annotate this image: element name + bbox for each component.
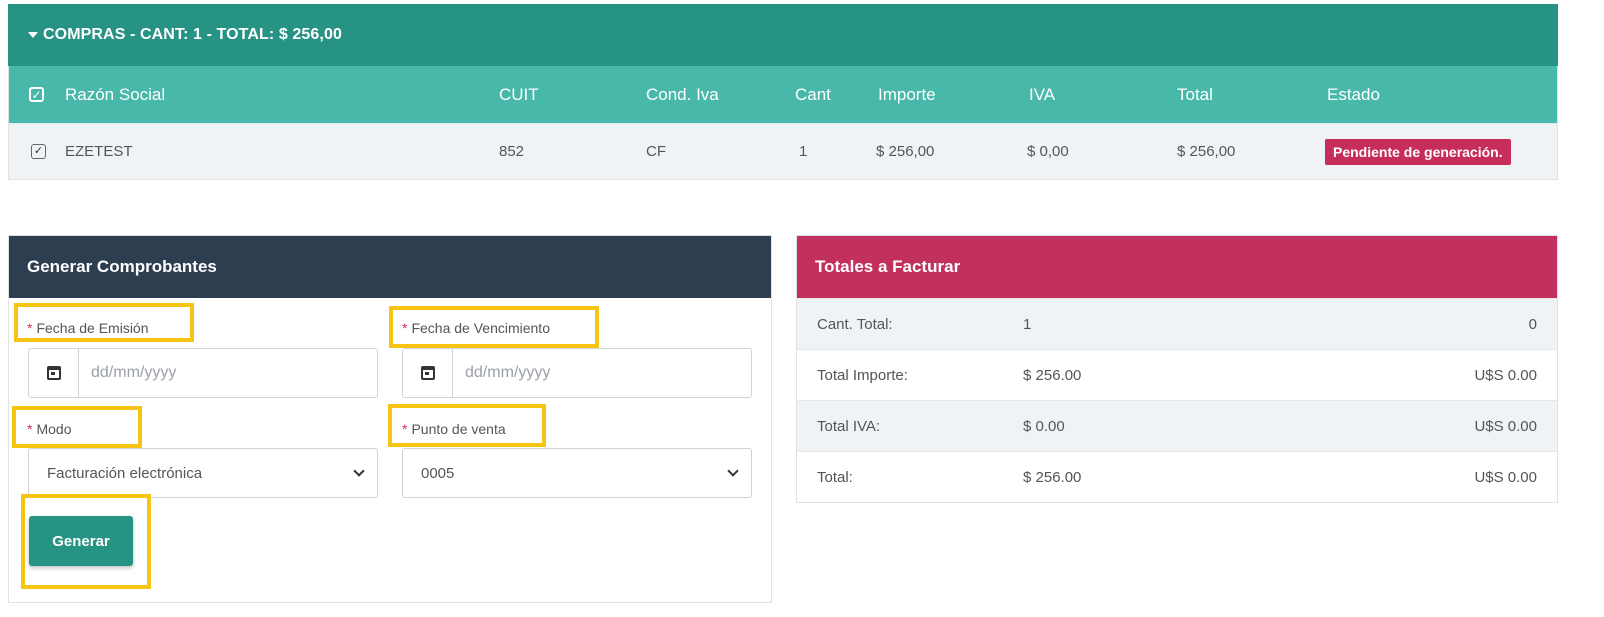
totales-panel: Totales a Facturar Cant. Total: 1 0 Tota…: [796, 235, 1558, 503]
totales-value: 1: [1023, 315, 1032, 333]
checkbox-checked-icon: ✓: [29, 87, 44, 102]
column-header-cant[interactable]: Cant: [795, 66, 831, 123]
column-header-iva[interactable]: IVA: [1029, 66, 1055, 123]
cell-iva: $ 0,00: [1027, 143, 1069, 160]
totales-usd-value: U$S 0.00: [1474, 468, 1537, 486]
cell-estado: Pendiente de generación.: [1325, 124, 1511, 179]
totales-usd-value: 0: [1528, 315, 1537, 333]
fecha-emision-label: * Fecha de Emisión: [27, 318, 149, 338]
totales-usd-value: U$S 0.00: [1474, 366, 1537, 384]
totales-row-total: Total: $ 256.00 U$S 0.00: [797, 451, 1557, 502]
column-header-estado[interactable]: Estado: [1327, 66, 1380, 123]
totales-row-iva: Total IVA: $ 0.00 U$S 0.00: [797, 400, 1557, 451]
totales-label: Total IVA:: [817, 417, 881, 435]
caret-down-icon: [28, 32, 38, 38]
generar-comprobantes-panel: Generar Comprobantes * Fecha de Emisión …: [8, 235, 772, 603]
chevron-down-icon: [353, 465, 365, 477]
fecha-emision-calendar-button[interactable]: [29, 349, 79, 397]
fecha-vencimiento-label: * Fecha de Vencimiento: [402, 318, 550, 338]
fecha-emision-input[interactable]: [79, 349, 359, 397]
column-header-cond-iva[interactable]: Cond. Iva: [646, 66, 719, 123]
totales-value: $ 256.00: [1023, 366, 1082, 384]
totales-panel-title: Totales a Facturar: [797, 236, 1557, 298]
totales-label: Total:: [817, 468, 853, 486]
required-mark: *: [402, 421, 408, 437]
cell-cant: 1: [799, 143, 808, 160]
modo-select[interactable]: Facturación electrónica: [28, 448, 378, 498]
totales-value: $ 0.00: [1023, 417, 1065, 435]
row-checkbox[interactable]: ✓: [31, 124, 46, 179]
chevron-down-icon: [727, 465, 739, 477]
calendar-icon: [420, 366, 435, 380]
cell-importe: $ 256,00: [876, 143, 935, 160]
totales-label: Cant. Total:: [817, 315, 893, 333]
punto-venta-selected-value: 0005: [421, 464, 455, 482]
table-header-row: ✓ Razón Social CUIT Cond. Iva Cant Impor…: [9, 66, 1557, 123]
fecha-vencimiento-label-text: Fecha de Vencimiento: [411, 320, 550, 336]
fecha-vencimiento-input[interactable]: [453, 349, 733, 397]
required-mark: *: [27, 421, 33, 437]
cell-cuit: 852: [499, 143, 525, 160]
column-header-cuit[interactable]: CUIT: [499, 66, 539, 123]
totales-row-cant: Cant. Total: 1 0: [797, 298, 1557, 349]
status-badge: Pendiente de generación.: [1325, 138, 1511, 165]
totales-label: Total Importe:: [817, 366, 908, 384]
cell-cond-iva: CF: [646, 143, 666, 160]
totales-row-importe: Total Importe: $ 256.00 U$S 0.00: [797, 349, 1557, 400]
totales-usd-value: U$S 0.00: [1474, 417, 1537, 435]
generar-button[interactable]: Generar: [29, 516, 133, 566]
calendar-icon: [46, 366, 61, 380]
generar-panel-title: Generar Comprobantes: [9, 236, 771, 298]
checkbox-checked-icon: ✓: [31, 144, 46, 159]
fecha-vencimiento-calendar-button[interactable]: [403, 349, 453, 397]
column-header-razon-social[interactable]: Razón Social: [65, 66, 165, 123]
cell-razon-social: EZETEST: [65, 143, 133, 160]
fecha-vencimiento-field: [402, 348, 752, 398]
column-header-total[interactable]: Total: [1177, 66, 1213, 123]
column-header-importe[interactable]: Importe: [878, 66, 936, 123]
select-all-checkbox[interactable]: ✓: [29, 66, 44, 123]
required-mark: *: [402, 320, 408, 336]
required-mark: *: [27, 320, 33, 336]
totales-value: $ 256.00: [1023, 468, 1082, 486]
punto-venta-select[interactable]: 0005: [402, 448, 752, 498]
punto-venta-label: * Punto de venta: [402, 419, 506, 439]
table-row[interactable]: ✓ EZETEST 852 CF 1 $ 256,00 $ 0,00 $ 256…: [9, 123, 1557, 179]
compras-header-title: COMPRAS - CANT: 1 - TOTAL: $ 256,00: [43, 26, 342, 43]
cell-total: $ 256,00: [1177, 143, 1236, 160]
punto-venta-label-text: Punto de venta: [411, 421, 506, 437]
modo-selected-value: Facturación electrónica: [47, 464, 203, 482]
fecha-emision-field: [28, 348, 378, 398]
modo-label: * Modo: [27, 419, 71, 439]
modo-label-text: Modo: [36, 421, 72, 437]
compras-section-toggle[interactable]: COMPRAS - CANT: 1 - TOTAL: $ 256,00: [8, 4, 1558, 66]
compras-table: ✓ Razón Social CUIT Cond. Iva Cant Impor…: [8, 66, 1558, 180]
fecha-emision-label-text: Fecha de Emisión: [36, 320, 149, 336]
